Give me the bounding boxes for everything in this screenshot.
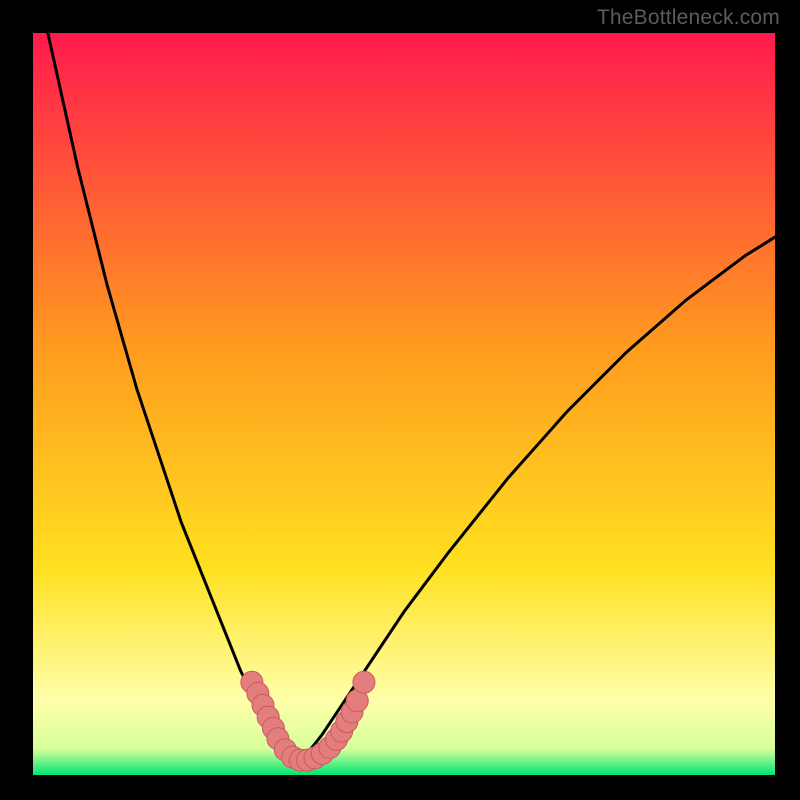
valley-marker [353,671,375,693]
left-curve [48,33,300,760]
watermark-label: TheBottleneck.com [597,6,780,30]
curves-layer [33,33,775,775]
plot-area [33,33,775,775]
valley-markers [241,671,375,771]
chart-frame: TheBottleneck.com [0,0,800,800]
